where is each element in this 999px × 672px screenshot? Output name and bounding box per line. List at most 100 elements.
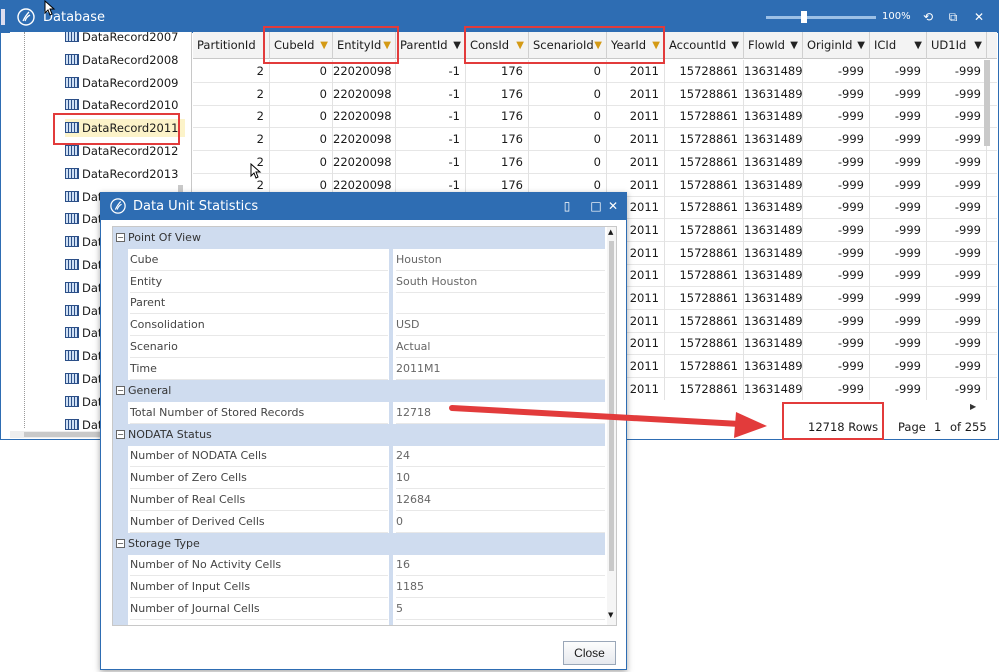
table-cell[interactable]: 22020098 [333, 128, 396, 152]
table-cell[interactable]: 0 [270, 60, 333, 83]
table-cell[interactable]: -999 [803, 264, 870, 288]
maximize-icon[interactable]: □ [589, 199, 603, 213]
filter-icon[interactable]: ▼ [594, 32, 602, 59]
filter-icon[interactable]: ▼ [857, 32, 865, 59]
tree-item[interactable]: DataRecord2012 [65, 142, 185, 160]
tree-item[interactable]: DataRecord2009 [65, 74, 185, 92]
table-cell[interactable]: 15728861 [665, 287, 744, 310]
table-cell[interactable]: 13631489 [744, 287, 803, 310]
table-cell[interactable]: 15728861 [665, 264, 744, 288]
table-cell[interactable]: -999 [870, 60, 927, 83]
collapse-icon[interactable]: − [116, 538, 125, 548]
table-cell[interactable]: -999 [870, 82, 927, 106]
table-cell[interactable]: 15728861 [665, 332, 744, 356]
table-cell[interactable]: 13631489 [744, 264, 803, 288]
table-cell[interactable]: 2 [193, 128, 270, 152]
table-cell[interactable]: 0 [529, 128, 607, 152]
table-cell[interactable]: 0 [270, 105, 333, 129]
table-cell[interactable]: -1 [396, 82, 466, 106]
table-cell[interactable]: -999 [803, 355, 870, 379]
table-cell[interactable]: 15728861 [665, 150, 744, 174]
table-cell[interactable]: 13631489 [744, 218, 803, 242]
statistics-group-row[interactable]: − Point Of View [113, 227, 605, 249]
table-cell[interactable]: -1 [396, 128, 466, 152]
filter-icon[interactable]: ▼ [790, 32, 798, 59]
table-cell[interactable]: -999 [870, 264, 927, 288]
table-cell[interactable]: 13631489 [744, 355, 803, 379]
table-cell[interactable]: -999 [927, 332, 987, 356]
column-header[interactable]: UD1Id ▼ [927, 32, 987, 59]
table-cell[interactable]: 22020098 [333, 105, 396, 129]
table-cell[interactable]: -999 [927, 196, 987, 220]
table-cell[interactable]: 22020098 [333, 82, 396, 106]
table-cell[interactable]: 0 [529, 150, 607, 174]
column-header[interactable]: ConsId ▼ [466, 32, 529, 59]
table-cell[interactable]: 13631489 [744, 241, 803, 265]
grid-scrollbar-thumb[interactable] [984, 60, 990, 146]
table-cell[interactable]: -999 [927, 377, 987, 400]
zoom-slider[interactable] [766, 16, 876, 19]
statistics-group-row[interactable]: − General [113, 380, 605, 402]
popout-icon[interactable]: ⧉ [946, 10, 960, 24]
table-cell[interactable]: 13631489 [744, 377, 803, 400]
scroll-down-icon[interactable]: ▼ [608, 611, 613, 619]
table-cell[interactable]: -999 [927, 82, 987, 106]
table-cell[interactable]: 13631489 [744, 332, 803, 356]
table-cell[interactable]: 2011 [607, 150, 665, 174]
table-cell[interactable]: 2011 [607, 128, 665, 152]
table-row[interactable]: 2 0 22020098 -1 176 0 2011 15728861 13631489 -999… [193, 82, 997, 106]
table-cell[interactable]: -999 [927, 264, 987, 288]
table-row[interactable]: 2 0 22020098 -1 176 0 2011 15728861 13631489 -999… [193, 105, 997, 129]
table-cell[interactable]: -999 [927, 218, 987, 242]
collapse-icon[interactable]: − [116, 233, 125, 242]
filter-icon[interactable]: ▼ [974, 32, 982, 59]
column-header[interactable]: ICId ▼ [870, 32, 927, 59]
table-cell[interactable]: -999 [803, 196, 870, 220]
table-cell[interactable]: 176 [466, 60, 529, 83]
table-cell[interactable]: -999 [870, 355, 927, 379]
table-cell[interactable]: 176 [466, 105, 529, 129]
table-cell[interactable]: 176 [466, 82, 529, 106]
table-cell[interactable]: 2 [193, 82, 270, 106]
column-header[interactable]: PartitionId [193, 32, 270, 59]
table-cell[interactable]: 13631489 [744, 196, 803, 220]
table-cell[interactable]: -999 [870, 332, 927, 356]
table-cell[interactable]: 176 [466, 150, 529, 174]
filter-icon[interactable]: ▼ [652, 32, 660, 59]
table-cell[interactable]: -1 [396, 105, 466, 129]
table-cell[interactable]: -999 [927, 60, 987, 83]
filter-icon[interactable]: ▼ [320, 32, 328, 59]
table-row[interactable]: 2 0 22020098 -1 176 0 2011 15728861 13631489 -999… [193, 60, 997, 83]
table-cell[interactable]: -999 [927, 287, 987, 310]
collapse-icon[interactable]: − [116, 429, 125, 439]
filter-icon[interactable]: ▼ [516, 32, 524, 59]
statistics-group-row[interactable]: − NODATA Status [113, 423, 605, 446]
zoom-slider-thumb[interactable] [801, 11, 807, 23]
table-cell[interactable]: 15728861 [665, 60, 744, 83]
table-cell[interactable]: 13631489 [744, 105, 803, 129]
table-cell[interactable]: 13631489 [744, 60, 803, 83]
table-cell[interactable]: -999 [927, 150, 987, 174]
table-cell[interactable]: -999 [870, 287, 927, 310]
table-cell[interactable]: 0 [270, 150, 333, 174]
column-header[interactable]: YearId ▼ [607, 32, 665, 59]
table-cell[interactable]: -999 [803, 82, 870, 106]
table-cell[interactable]: -1 [396, 150, 466, 174]
dialog-close-icon[interactable]: ✕ [606, 199, 620, 213]
table-cell[interactable]: 15728861 [665, 196, 744, 220]
table-cell[interactable]: -999 [803, 287, 870, 310]
statistics-group-row[interactable]: − Storage Type [113, 532, 605, 555]
column-header[interactable]: CubeId ▼ [270, 32, 333, 59]
table-cell[interactable]: 13631489 [744, 309, 803, 333]
table-cell[interactable]: -999 [927, 105, 987, 129]
table-cell[interactable]: -999 [803, 377, 870, 400]
table-cell[interactable]: -999 [870, 377, 927, 400]
table-cell[interactable]: -999 [803, 218, 870, 242]
table-cell[interactable]: -999 [870, 173, 927, 197]
table-cell[interactable]: 2011 [607, 60, 665, 83]
filter-icon[interactable]: ▼ [383, 32, 391, 59]
table-cell[interactable]: 13631489 [744, 150, 803, 174]
tree-item[interactable]: DataRecord2010 [65, 96, 185, 114]
table-cell[interactable]: 2 [193, 105, 270, 129]
table-cell[interactable]: 0 [529, 82, 607, 106]
